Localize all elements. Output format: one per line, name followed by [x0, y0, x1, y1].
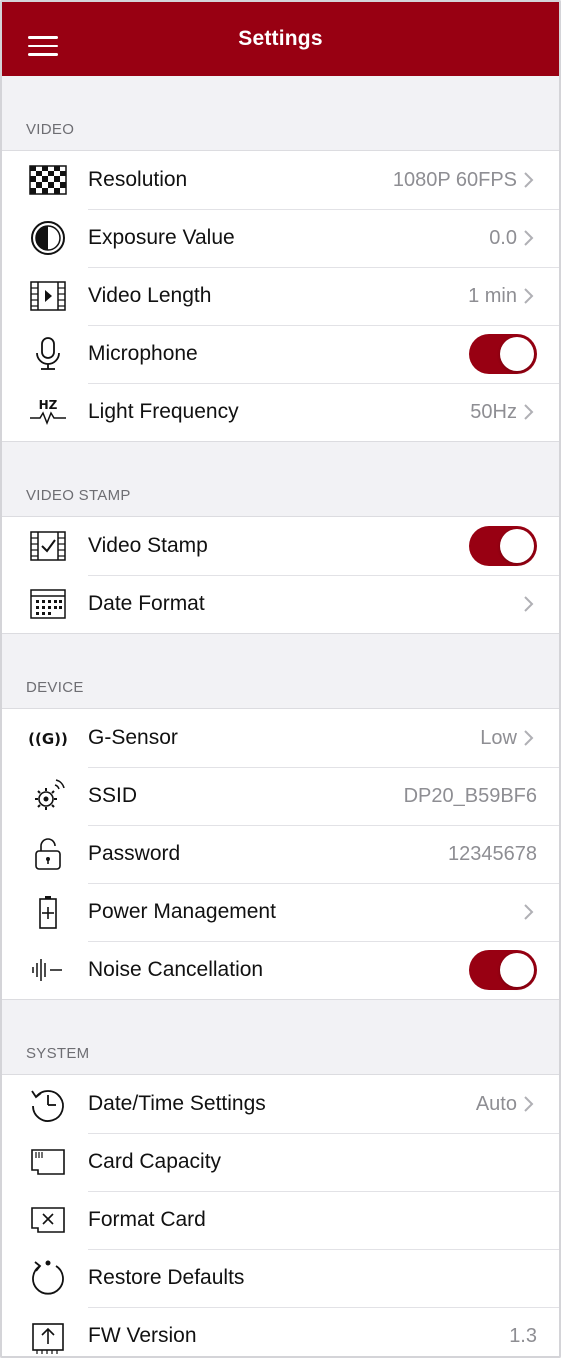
format-card-icon	[26, 1200, 70, 1240]
video-length-row[interactable]: Video Length 1 min	[2, 267, 559, 325]
date-format-label: Date Format	[88, 592, 205, 615]
format-card-label: Format Card	[88, 1208, 206, 1231]
menu-icon[interactable]	[28, 36, 58, 58]
power-management-row[interactable]: Power Management	[2, 883, 559, 941]
section-header-video: VIDEO	[26, 121, 75, 138]
chevron-right-icon	[523, 729, 537, 747]
calendar-icon	[26, 584, 70, 624]
ssid-value: DP20_B59BF6	[403, 784, 537, 807]
restore-icon	[26, 1258, 70, 1298]
microphone-row: Microphone	[2, 325, 559, 383]
date-format-row[interactable]: Date Format	[2, 575, 559, 633]
noise-wave-icon	[26, 950, 70, 990]
password-value: 12345678	[448, 842, 537, 865]
fw-version-value: 1.3	[509, 1324, 537, 1347]
noise-cancellation-label: Noise Cancellation	[88, 958, 264, 981]
section-header-system: SYSTEM	[26, 1045, 90, 1062]
resolution-row[interactable]: Resolution 1080P 60FPS	[2, 151, 559, 209]
g-sensor-row[interactable]: ((G)) G-Sensor Low	[2, 709, 559, 767]
battery-icon	[26, 892, 70, 932]
video-stamp-group: Video Stamp Date Format	[2, 516, 559, 634]
light-frequency-label: Light Frequency	[88, 400, 239, 423]
lock-icon	[26, 834, 70, 874]
exposure-value-row[interactable]: Exposure Value 0.0	[2, 209, 559, 267]
top-bar: Settings	[2, 2, 559, 76]
date-time-settings-row[interactable]: Date/Time Settings Auto	[2, 1075, 559, 1133]
fw-version-row: FW Version 1.3	[2, 1307, 559, 1356]
chevron-right-icon	[523, 171, 537, 189]
page-title: Settings	[238, 27, 323, 50]
resolution-label: Resolution	[88, 168, 188, 191]
exposure-value-value: 0.0	[489, 226, 517, 249]
password-row: Password 12345678	[2, 825, 559, 883]
section-header-device: DEVICE	[26, 679, 84, 696]
firmware-upload-icon	[26, 1316, 70, 1356]
exposure-icon	[26, 218, 70, 258]
light-frequency-icon: HZ	[26, 392, 70, 432]
chevron-right-icon	[523, 287, 537, 305]
chevron-right-icon	[523, 903, 537, 921]
system-group: Date/Time Settings Auto Card Capacity Fo…	[2, 1074, 559, 1356]
microphone-toggle[interactable]	[469, 334, 537, 374]
noise-cancellation-row: Noise Cancellation	[2, 941, 559, 999]
card-capacity-label: Card Capacity	[88, 1150, 222, 1173]
ssid-row: SSID DP20_B59BF6	[2, 767, 559, 825]
device-group: ((G)) G-Sensor Low SSID DP20_B59BF6 Pass…	[2, 708, 559, 1000]
video-length-label: Video Length	[88, 284, 212, 307]
video-stamp-toggle[interactable]	[469, 526, 537, 566]
ssid-label: SSID	[88, 784, 138, 807]
format-card-row[interactable]: Format Card	[2, 1191, 559, 1249]
chevron-right-icon	[523, 1095, 537, 1113]
svg-text:HZ: HZ	[39, 398, 58, 412]
clock-history-icon	[26, 1084, 70, 1124]
settings-screen: Settings VIDEO Resolution 1080P 60FPS Ex…	[0, 0, 561, 1358]
svg-text:((G)): ((G))	[28, 730, 68, 748]
video-stamp-row: Video Stamp	[2, 517, 559, 575]
video-group: Resolution 1080P 60FPS Exposure Value 0.…	[2, 150, 559, 442]
microphone-icon	[26, 334, 70, 374]
microphone-label: Microphone	[88, 342, 198, 365]
video-stamp-label: Video Stamp	[88, 534, 208, 557]
fw-version-label: FW Version	[88, 1324, 197, 1347]
video-stamp-icon	[26, 526, 70, 566]
password-label: Password	[88, 842, 181, 865]
video-length-icon	[26, 276, 70, 316]
g-sensor-value: Low	[480, 726, 517, 749]
chevron-right-icon	[523, 403, 537, 421]
video-length-value: 1 min	[468, 284, 517, 307]
resolution-value: 1080P 60FPS	[392, 168, 517, 191]
chevron-right-icon	[523, 229, 537, 247]
chevron-right-icon	[523, 595, 537, 613]
date-time-settings-label: Date/Time Settings	[88, 1092, 266, 1115]
sd-card-icon	[26, 1142, 70, 1182]
light-frequency-value: 50Hz	[470, 400, 517, 423]
exposure-value-label: Exposure Value	[88, 226, 235, 249]
restore-defaults-label: Restore Defaults	[88, 1266, 245, 1289]
power-management-label: Power Management	[88, 900, 276, 923]
wifi-gear-icon	[26, 776, 70, 816]
noise-cancellation-toggle[interactable]	[469, 950, 537, 990]
date-time-settings-value: Auto	[475, 1092, 517, 1115]
restore-defaults-row[interactable]: Restore Defaults	[2, 1249, 559, 1307]
section-header-video-stamp: VIDEO STAMP	[26, 487, 131, 504]
card-capacity-row[interactable]: Card Capacity	[2, 1133, 559, 1191]
g-sensor-label: G-Sensor	[88, 726, 178, 749]
light-frequency-row[interactable]: HZ Light Frequency 50Hz	[2, 383, 559, 441]
g-sensor-icon: ((G))	[26, 718, 70, 758]
resolution-icon	[26, 160, 70, 200]
